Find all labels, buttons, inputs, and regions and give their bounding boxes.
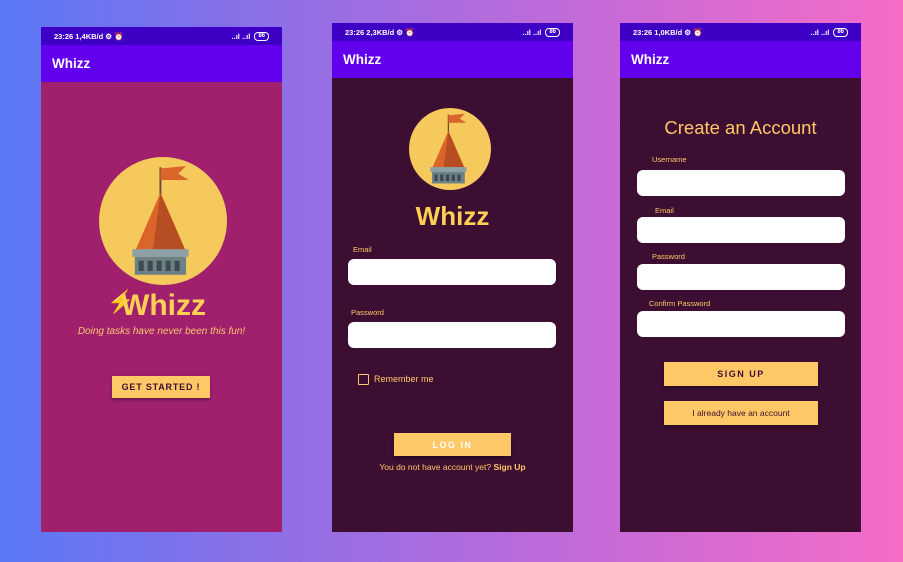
page-title: Create an Account (664, 117, 817, 138)
get-started-button[interactable]: GET STARTED ! (112, 376, 210, 398)
battery-icon: 86 (254, 31, 269, 41)
password-field[interactable] (637, 264, 845, 290)
splash-screen: 23:26 1,4KB/d ⚙ ⏰ ..ıl ..ıl 86 Whizz ⚡ W… (41, 27, 282, 532)
confirm-password-label: Confirm Password (649, 299, 711, 308)
status-time: 23:26 2,3KB/d ⚙ ⏰ (345, 27, 415, 37)
status-bar: 23:26 1,4KB/d ⚙ ⏰ ..ıl ..ıl 86 (41, 27, 282, 45)
app-bar-title: Whizz (41, 45, 282, 82)
signal-icon: ..ıl ..ıl (522, 27, 542, 37)
username-field[interactable] (637, 170, 845, 196)
status-time: 23:26 1,0KB/d ⚙ ⏰ (633, 27, 703, 37)
email-field[interactable] (637, 217, 845, 243)
signal-icon: ..ıl ..ıl (810, 27, 830, 37)
battery-icon: 86 (545, 27, 560, 37)
password-label: Password (351, 308, 384, 317)
battery-icon: 86 (833, 27, 848, 37)
status-time: 23:26 1,4KB/d ⚙ ⏰ (54, 31, 124, 41)
no-account-prompt: You do not have account yet? (379, 462, 492, 472)
remember-me-checkbox[interactable] (358, 374, 369, 385)
tagline: Doing tasks have never been this fun! (77, 326, 246, 337)
castle-logo-icon (409, 108, 491, 190)
email-label: Email (353, 245, 372, 254)
app-bar-title: Whizz (332, 41, 573, 78)
email-label: Email (655, 206, 674, 215)
password-field[interactable] (348, 322, 556, 348)
password-label: Password (652, 252, 685, 261)
no-account-text: You do not have account yet? Sign Up (332, 462, 573, 472)
status-bar: 23:26 1,0KB/d ⚙ ⏰ ..ıl ..ıl 86 (620, 23, 861, 41)
login-button[interactable]: LOG IN (394, 433, 511, 456)
status-bar: 23:26 2,3KB/d ⚙ ⏰ ..ıl ..ıl 86 (332, 23, 573, 41)
signup-screen: 23:26 1,0KB/d ⚙ ⏰ ..ıl ..ıl 86 Whizz Cre… (620, 23, 861, 532)
castle-logo-icon (99, 157, 227, 285)
email-field[interactable] (348, 259, 556, 285)
app-bar-title: Whizz (620, 41, 861, 78)
have-account-button[interactable]: I already have an account (664, 401, 818, 425)
signal-icon: ..ıl ..ıl (231, 31, 251, 41)
remember-me-label: Remember me (374, 374, 434, 384)
brand-wordmark: Whizz (121, 289, 206, 322)
sign-up-button[interactable]: SIGN UP (664, 362, 818, 386)
login-screen: 23:26 2,3KB/d ⚙ ⏰ ..ıl ..ıl 86 Whizz Whi… (332, 23, 573, 532)
username-label: Username (652, 155, 687, 164)
confirm-password-field[interactable] (637, 311, 845, 337)
sign-up-link[interactable]: Sign Up (493, 462, 525, 472)
brand-wordmark: Whizz (415, 201, 490, 231)
